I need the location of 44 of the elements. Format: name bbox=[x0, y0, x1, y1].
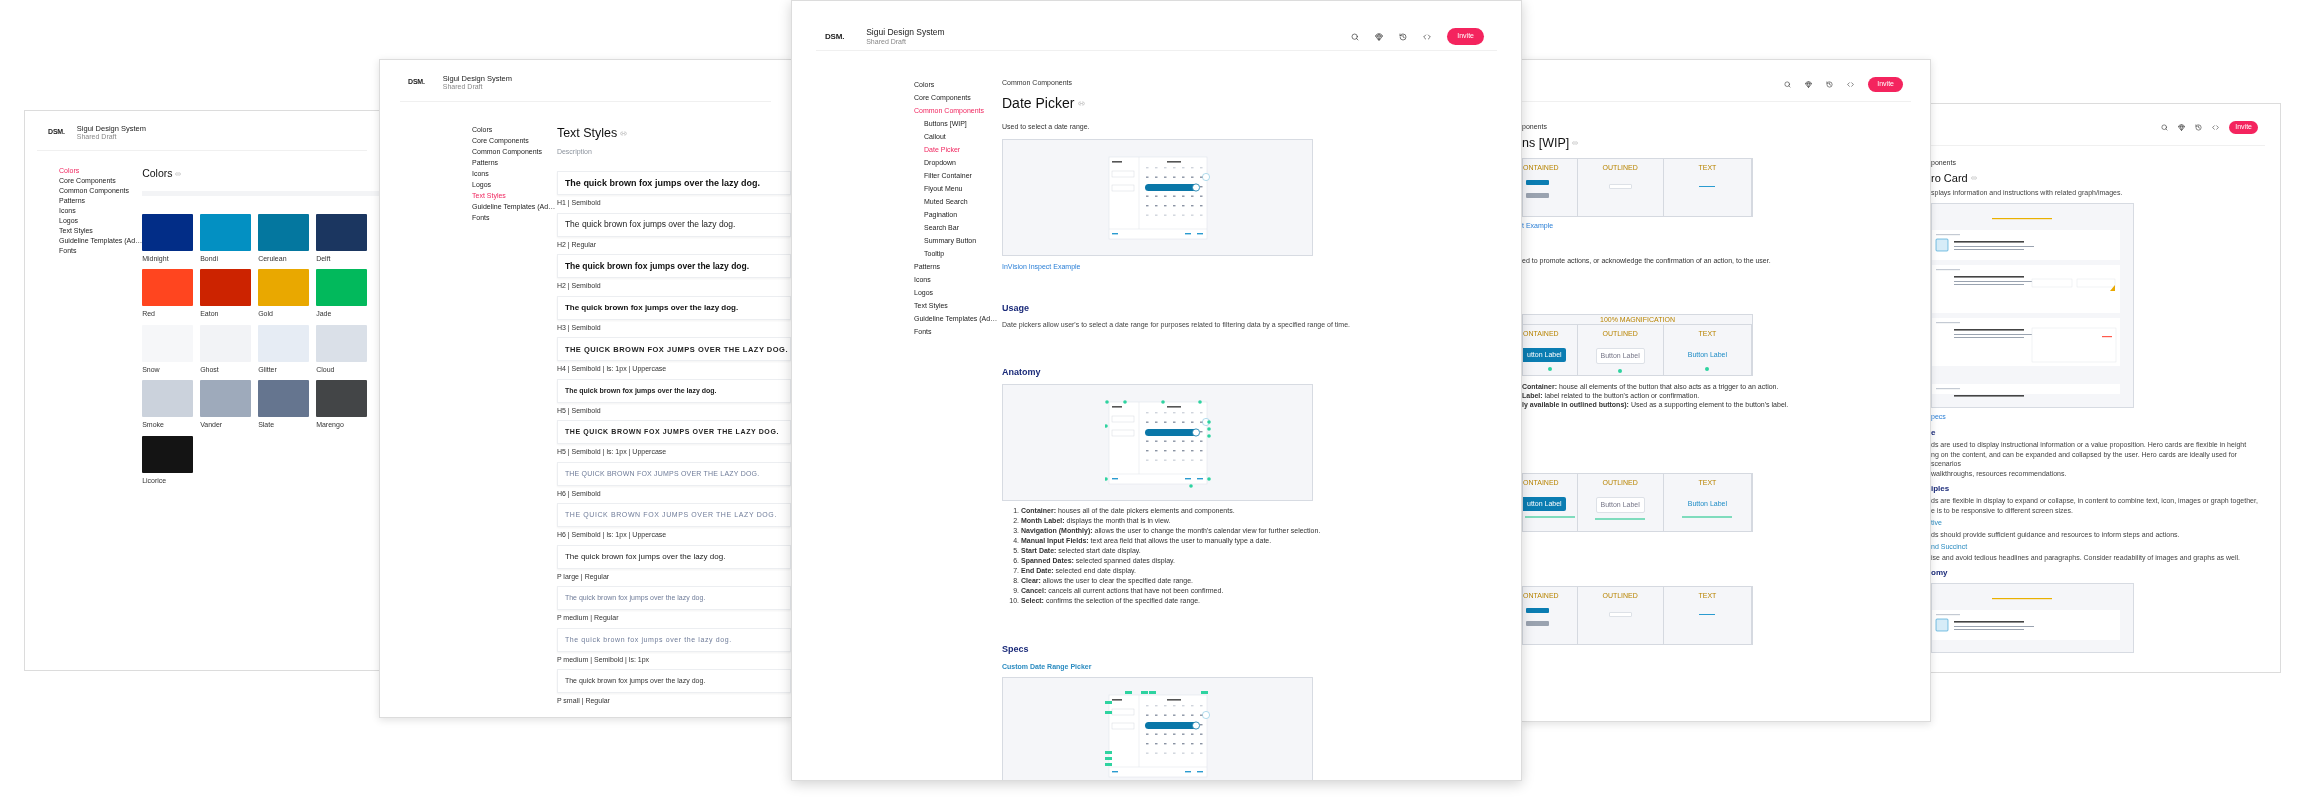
button-sample bbox=[1526, 179, 1549, 185]
gem-icon[interactable] bbox=[2178, 124, 2186, 131]
sample-text: The quick brown fox jumps over the lazy dog. bbox=[564, 301, 739, 314]
code-icon[interactable] bbox=[2212, 124, 2220, 131]
section-heading: Specs bbox=[1002, 642, 1030, 656]
section-heading: omy bbox=[1931, 567, 1949, 579]
section-heading: Anatomy bbox=[1002, 366, 1042, 379]
button-sample bbox=[1526, 192, 1549, 198]
button-sample bbox=[1526, 607, 1549, 613]
gem-icon[interactable] bbox=[1805, 81, 1813, 88]
gem-icon[interactable] bbox=[1375, 32, 1384, 41]
page-heading: Colors bbox=[142, 166, 173, 181]
marker-icon bbox=[1618, 369, 1623, 374]
marker-icon bbox=[1705, 367, 1710, 372]
sample-text: The quick brown fox jumps over the lazy dog. bbox=[564, 259, 750, 273]
code-icon[interactable] bbox=[1847, 81, 1855, 88]
sample-text: The quick brown fox jumps over the lazy dog. bbox=[564, 218, 736, 232]
page-heading: Date Picker bbox=[1002, 94, 1075, 113]
search-icon[interactable] bbox=[2161, 124, 2169, 131]
spacing-guide-icon bbox=[1595, 518, 1646, 520]
spacing-guide-icon bbox=[1682, 516, 1733, 518]
search-icon[interactable] bbox=[1351, 32, 1360, 41]
search-icon[interactable] bbox=[1784, 81, 1792, 88]
sample-text: The quick brown fox jumps over the lazy dog. bbox=[564, 176, 760, 190]
history-icon[interactable] bbox=[2195, 124, 2203, 131]
page-heading: Text Styles bbox=[556, 125, 618, 142]
button-sample bbox=[1699, 613, 1716, 616]
code-icon[interactable] bbox=[1423, 32, 1432, 41]
history-icon[interactable] bbox=[1826, 81, 1834, 88]
sample-text: The quick brown fox jumps over the lazy dog. bbox=[564, 550, 726, 563]
section-heading: e bbox=[1931, 427, 1937, 439]
button-sample bbox=[1526, 620, 1549, 626]
button-sample bbox=[1608, 611, 1632, 617]
button-sample bbox=[1608, 183, 1632, 189]
marker-icon bbox=[1547, 367, 1552, 372]
page-heading: ro Card bbox=[1931, 170, 1968, 186]
spacing-guide-icon bbox=[1524, 516, 1575, 518]
section-heading: Usage bbox=[1002, 302, 1030, 315]
section-heading: iples bbox=[1931, 483, 1951, 495]
page-heading: ns [WIP] bbox=[1522, 134, 1570, 152]
app-title: Sigui Design System bbox=[866, 28, 945, 37]
logo: DSM. bbox=[825, 30, 845, 43]
button-sample bbox=[1699, 185, 1716, 188]
history-icon[interactable] bbox=[1399, 32, 1408, 41]
